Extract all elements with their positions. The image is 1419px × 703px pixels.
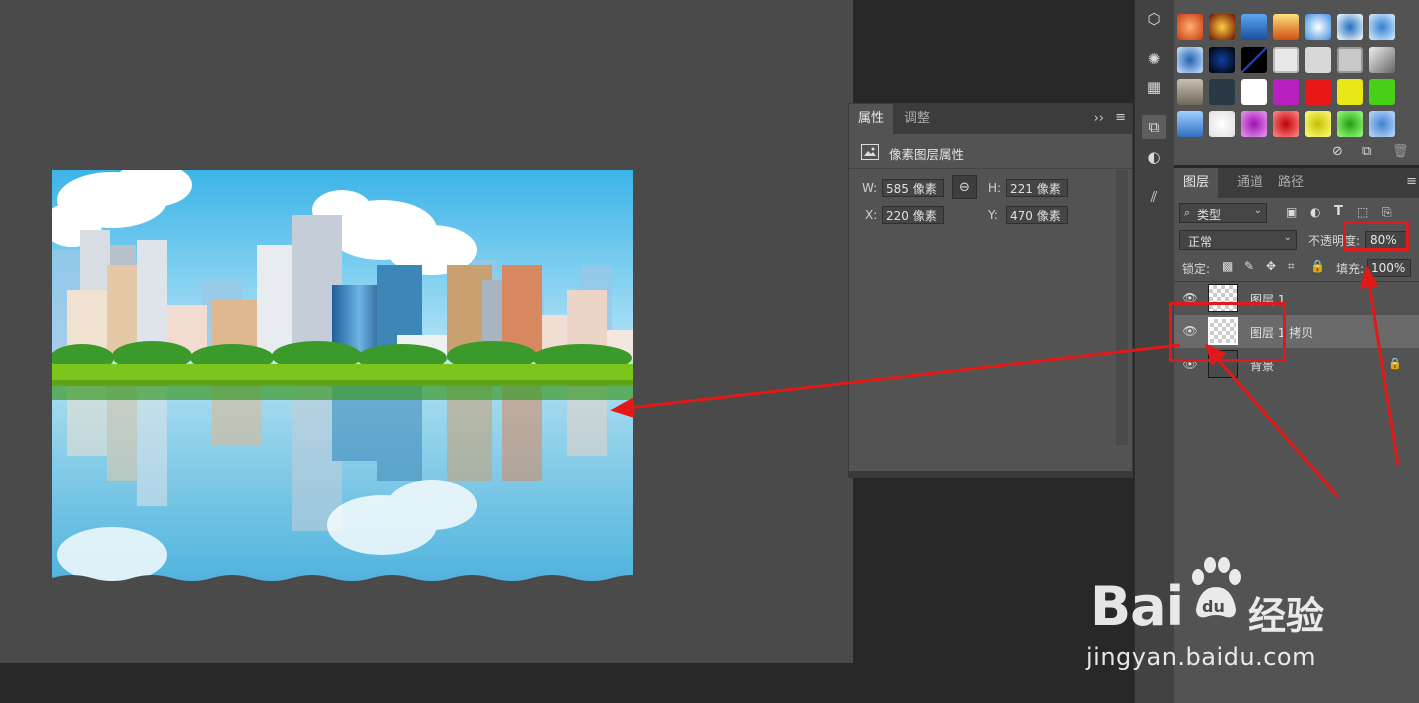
annotation-box-layer-copy bbox=[1169, 302, 1286, 362]
style-swatch[interactable] bbox=[1305, 111, 1331, 137]
style-swatch[interactable] bbox=[1369, 79, 1395, 105]
clear-style-icon[interactable]: ⊘ bbox=[1332, 144, 1343, 159]
watermark-brand: Bai bbox=[1090, 575, 1184, 638]
style-swatch[interactable] bbox=[1209, 14, 1235, 40]
filter-smartobject-icon[interactable]: ⎘ bbox=[1382, 205, 1392, 220]
style-swatch[interactable] bbox=[1209, 111, 1235, 137]
3d-cube-icon[interactable]: ⬡ bbox=[1142, 7, 1166, 31]
style-swatch[interactable] bbox=[1177, 111, 1203, 137]
fill-field[interactable]: 100% bbox=[1367, 259, 1411, 277]
delete-style-icon[interactable]: 🗑 bbox=[1392, 144, 1409, 159]
collapse-panel-icon[interactable]: ›› bbox=[1094, 111, 1104, 126]
style-swatch[interactable] bbox=[1209, 47, 1235, 73]
layers-menu-icon[interactable]: ≡ bbox=[1406, 174, 1417, 189]
style-swatch[interactable] bbox=[1273, 14, 1299, 40]
layer-filter-select[interactable]: ⌕ 类型 ⌄ bbox=[1179, 203, 1267, 223]
styles-panel: ⊘ ⧉ 🗑 bbox=[1174, 0, 1419, 165]
style-swatch[interactable] bbox=[1337, 79, 1363, 105]
style-swatch[interactable] bbox=[1337, 14, 1363, 40]
lock-label: 锁定: bbox=[1182, 262, 1211, 276]
lock-artboard-icon[interactable]: ⌗ bbox=[1288, 259, 1295, 274]
layers-tabbar: 图层 通道 路径 ≡ bbox=[1174, 168, 1419, 198]
style-swatch[interactable] bbox=[1305, 79, 1331, 105]
x-field[interactable]: 220 像素 bbox=[882, 206, 944, 224]
properties-panel: 属性 调整 ›› ≡ 像素图层属性 W: 585 像素 ⊖ H: 221 像素 … bbox=[848, 103, 1133, 478]
city-skyline-illustration bbox=[52, 170, 633, 585]
width-field[interactable]: 585 像素 bbox=[882, 179, 944, 197]
divider bbox=[849, 168, 1132, 169]
style-swatch[interactable] bbox=[1337, 47, 1363, 73]
palette-icon[interactable]: ✺ bbox=[1142, 47, 1166, 71]
adjustments-icon[interactable]: ◐ bbox=[1142, 145, 1166, 169]
filter-shape-icon[interactable]: ⬚ bbox=[1357, 205, 1368, 219]
style-swatch[interactable] bbox=[1241, 14, 1267, 40]
lock-position-icon[interactable]: ✥ bbox=[1266, 259, 1276, 273]
style-swatch[interactable] bbox=[1209, 79, 1235, 105]
style-swatch[interactable] bbox=[1241, 47, 1267, 73]
style-swatch[interactable] bbox=[1369, 47, 1395, 73]
y-label: Y: bbox=[988, 208, 998, 222]
filter-adjustment-icon[interactable]: ◐ bbox=[1310, 205, 1320, 219]
baidu-watermark: Bai du 经验 jingyan.baidu.com bbox=[1080, 545, 1380, 685]
style-swatch[interactable] bbox=[1273, 79, 1299, 105]
x-label: X: bbox=[865, 208, 878, 222]
tab-adjustments[interactable]: 调整 bbox=[895, 104, 939, 134]
fill-label: 填充: bbox=[1336, 262, 1365, 276]
tab-channels[interactable]: 通道 bbox=[1228, 168, 1272, 198]
style-swatch[interactable] bbox=[1177, 47, 1203, 73]
height-field[interactable]: 221 像素 bbox=[1006, 179, 1068, 197]
tab-layers[interactable]: 图层 bbox=[1174, 168, 1219, 198]
style-swatch[interactable] bbox=[1337, 111, 1363, 137]
style-swatch[interactable] bbox=[1273, 111, 1299, 137]
height-label: H: bbox=[988, 181, 1002, 195]
width-label: W: bbox=[862, 181, 878, 195]
new-style-icon[interactable]: ⧉ bbox=[1362, 144, 1371, 159]
style-swatch[interactable] bbox=[1369, 14, 1395, 40]
panel-menu-icon[interactable]: ≡ bbox=[1115, 110, 1126, 125]
lock-icon: 🔒 bbox=[1388, 357, 1402, 370]
link-dimensions-icon[interactable]: ⊖ bbox=[952, 175, 977, 199]
style-swatch[interactable] bbox=[1177, 14, 1203, 40]
resize-handle[interactable] bbox=[849, 471, 1132, 477]
properties-tabbar: 属性 调整 ›› ≡ bbox=[849, 104, 1132, 134]
section-title: 像素图层属性 bbox=[889, 147, 965, 162]
style-swatch[interactable] bbox=[1369, 111, 1395, 137]
pixel-layer-icon bbox=[861, 144, 879, 160]
tab-paths[interactable]: 路径 bbox=[1269, 168, 1313, 198]
style-swatch[interactable] bbox=[1305, 14, 1331, 40]
properties-scrollbar[interactable] bbox=[1116, 170, 1128, 445]
filter-type-icon[interactable]: T bbox=[1334, 204, 1343, 219]
watermark-du: du bbox=[1202, 597, 1225, 616]
style-swatch[interactable] bbox=[1305, 47, 1331, 73]
brush-presets-icon[interactable]: ⫽ bbox=[1142, 185, 1166, 209]
paw-logo: du bbox=[1190, 557, 1242, 623]
lock-transparent-icon[interactable]: ▩ bbox=[1222, 259, 1233, 273]
filter-kind-label: 类型 bbox=[1197, 208, 1222, 222]
annotation-box-opacity bbox=[1343, 221, 1409, 251]
tab-properties[interactable]: 属性 bbox=[849, 104, 894, 134]
blend-mode-select[interactable]: 正常 ⌄ bbox=[1179, 230, 1297, 250]
y-field[interactable]: 470 像素 bbox=[1006, 206, 1068, 224]
filter-pixel-icon[interactable]: ▣ bbox=[1286, 205, 1297, 219]
chevron-down-icon: ⌄ bbox=[1253, 205, 1262, 216]
watermark-url: jingyan.baidu.com bbox=[1086, 643, 1316, 671]
lock-pixels-icon[interactable]: ✎ bbox=[1244, 259, 1254, 273]
chevron-down-icon: ⌄ bbox=[1283, 232, 1292, 243]
search-icon: ⌕ bbox=[1184, 206, 1191, 219]
watermark-suffix: 经验 bbox=[1248, 594, 1325, 638]
grid-icon[interactable]: ▦ bbox=[1142, 75, 1166, 99]
lock-all-icon[interactable]: 🔒 bbox=[1310, 259, 1325, 273]
style-swatch[interactable] bbox=[1177, 79, 1203, 105]
blend-mode-value: 正常 bbox=[1188, 235, 1213, 249]
styles-panel-icon[interactable]: ⧉ bbox=[1142, 115, 1166, 139]
style-swatch[interactable] bbox=[1241, 111, 1267, 137]
style-swatch[interactable] bbox=[1273, 47, 1299, 73]
style-swatch[interactable] bbox=[1241, 79, 1267, 105]
canvas-image-city-reflection[interactable] bbox=[52, 170, 633, 585]
